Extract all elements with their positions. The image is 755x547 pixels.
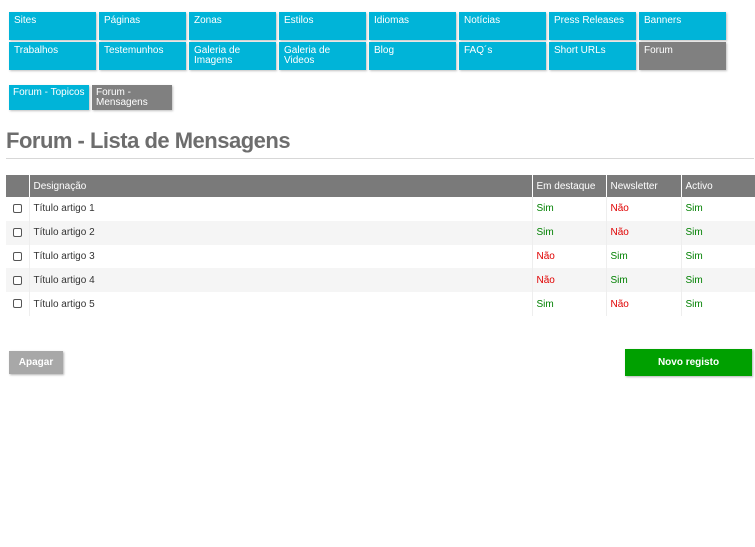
nav-item-paginas[interactable]: Páginas — [99, 12, 186, 40]
cell-designacao[interactable]: Título artigo 2 — [29, 220, 533, 245]
nav-item-short-urls[interactable]: Short URLs — [549, 42, 636, 70]
cell-activo[interactable]: Sim — [681, 197, 755, 221]
table-header-row: Designação Em destaque Newsletter Activo — [6, 175, 755, 197]
column-header-em-destaque[interactable]: Em destaque — [532, 175, 607, 197]
main-nav: Sites Páginas Zonas Estilos Idiomas Notí… — [9, 12, 729, 70]
table-row[interactable]: Título artigo 2 Sim Não Sim — [6, 220, 755, 245]
nav-item-forum[interactable]: Forum — [639, 42, 726, 70]
page-title: Forum - Lista de Mensagens — [6, 128, 291, 153]
table-row[interactable]: Título artigo 4 Não Sim Sim — [6, 268, 755, 293]
cell-designacao[interactable]: Título artigo 1 — [29, 197, 533, 221]
nav-item-press-releases[interactable]: Press Releases — [549, 12, 636, 40]
delete-button[interactable]: Apagar — [9, 351, 63, 374]
messages-table: Designação Em destaque Newsletter Activo… — [6, 175, 755, 316]
row-checkbox[interactable] — [12, 299, 22, 309]
nav-item-galeria-imagens[interactable]: Galeria de Imagens — [189, 42, 276, 70]
cell-activo[interactable]: Sim — [681, 268, 755, 293]
row-checkbox[interactable] — [12, 275, 22, 285]
tab-forum-topicos[interactable]: Forum - Topicos — [9, 85, 89, 110]
row-checkbox[interactable] — [12, 228, 22, 238]
cell-designacao[interactable]: Título artigo 5 — [29, 292, 533, 316]
column-header-activo[interactable]: Activo — [681, 175, 755, 197]
cell-newsletter[interactable]: Não — [606, 292, 682, 316]
nav-item-idiomas[interactable]: Idiomas — [369, 12, 456, 40]
tab-forum-mensagens[interactable]: Forum - Mensagens — [92, 85, 172, 110]
new-record-button[interactable]: Novo registo — [625, 349, 752, 376]
cell-em-destaque[interactable]: Não — [532, 244, 607, 269]
nav-item-faqs[interactable]: FAQ´s — [459, 42, 546, 70]
cell-designacao[interactable]: Título artigo 3 — [29, 244, 533, 269]
cell-em-destaque[interactable]: Sim — [532, 197, 607, 221]
column-header-newsletter[interactable]: Newsletter — [606, 175, 682, 197]
column-header-designacao[interactable]: Designação — [29, 175, 533, 197]
nav-item-blog[interactable]: Blog — [369, 42, 456, 70]
row-checkbox[interactable] — [12, 204, 22, 214]
cell-em-destaque[interactable]: Sim — [532, 220, 607, 245]
cell-em-destaque[interactable]: Não — [532, 268, 607, 293]
nav-item-galeria-videos[interactable]: Galeria de Videos — [279, 42, 366, 70]
cell-newsletter[interactable]: Sim — [606, 268, 682, 293]
nav-item-trabalhos[interactable]: Trabalhos — [9, 42, 96, 70]
cell-designacao[interactable]: Título artigo 4 — [29, 268, 533, 293]
nav-item-noticias[interactable]: Notícias — [459, 12, 546, 40]
cell-newsletter[interactable]: Não — [606, 220, 682, 245]
nav-item-sites[interactable]: Sites — [9, 12, 96, 40]
table-row[interactable]: Título artigo 1 Sim Não Sim — [6, 197, 755, 221]
sub-tabs: Forum - Topicos Forum - Mensagens — [9, 85, 172, 110]
cell-newsletter[interactable]: Sim — [606, 244, 682, 269]
cell-newsletter[interactable]: Não — [606, 197, 682, 221]
cell-activo[interactable]: Sim — [681, 245, 755, 269]
nav-item-estilos[interactable]: Estilos — [279, 12, 366, 40]
cell-activo[interactable]: Sim — [681, 292, 755, 316]
row-checkbox[interactable] — [12, 251, 22, 261]
nav-item-testemunhos[interactable]: Testemunhos — [99, 42, 186, 70]
select-column-header — [6, 175, 30, 197]
nav-item-banners[interactable]: Banners — [639, 12, 726, 40]
nav-item-zonas[interactable]: Zonas — [189, 12, 276, 40]
table-row[interactable]: Título artigo 3 Não Sim Sim — [6, 244, 755, 269]
title-divider — [6, 158, 754, 159]
cell-em-destaque[interactable]: Sim — [532, 292, 607, 316]
table-row[interactable]: Título artigo 5 Sim Não Sim — [6, 292, 755, 316]
cell-activo[interactable]: Sim — [681, 220, 755, 245]
